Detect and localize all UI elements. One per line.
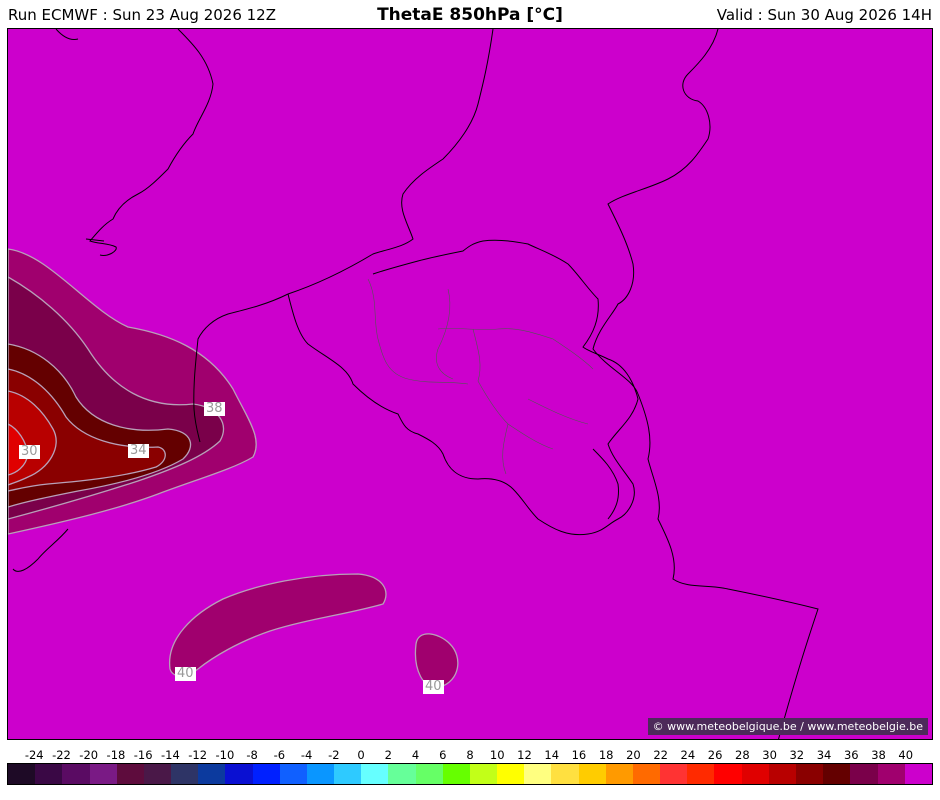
colorbar-swatch (605, 764, 633, 784)
colorbar-tick-label: -20 (79, 748, 99, 762)
colorbar-tick-label: 18 (598, 748, 614, 762)
colorbar-tick-label: 16 (571, 748, 587, 762)
colorbar-swatch (35, 764, 63, 784)
colorbar-swatch (8, 764, 36, 784)
colorbar-tick-label: 2 (384, 748, 392, 762)
colorbar-tick-label: 36 (843, 748, 859, 762)
colorbar-swatch (415, 764, 443, 784)
colorbar-tick-label: -14 (161, 748, 180, 762)
colorbar-swatch (62, 764, 90, 784)
contour-label-38: 38 (204, 401, 225, 416)
colorbar-tick-label: 40 (898, 748, 914, 762)
colorbar-tick-label: 28 (735, 748, 750, 762)
colorbar-swatch (469, 764, 498, 784)
colorbar-swatch (768, 764, 796, 784)
colorbar-tick-label: -22 (52, 748, 71, 762)
colorbar-tick-label: -2 (328, 748, 340, 762)
colorbar-swatch (497, 764, 525, 784)
colorbar-swatch (877, 764, 905, 784)
colorbar-tick-label: 26 (707, 748, 723, 762)
colorbar-swatch (714, 764, 742, 784)
colorbar (7, 763, 933, 785)
colorbar-swatch (306, 764, 335, 784)
map-canvas (8, 29, 932, 739)
colorbar-tick-label: 12 (517, 748, 532, 762)
colorbar-swatch (795, 764, 824, 784)
colorbar-tick-label: -6 (273, 748, 286, 762)
colorbar-tick-label: -10 (215, 748, 235, 762)
colorbar-swatch (442, 764, 470, 784)
colorbar-ticks: -24 -22 -20 -18 -16 -14 -12 -10 -8 -6 -4 -2 0 2 4 6 8 10 1… (0, 748, 940, 762)
colorbar-tick-label: 14 (544, 748, 560, 762)
colorbar-swatch (632, 764, 661, 784)
colorbar-swatch (279, 764, 307, 784)
colorbar-tick-label: 30 (762, 748, 777, 762)
colorbar-tick-label: 0 (357, 748, 365, 762)
valid-time-label: Valid : Sun 30 Aug 2026 14H (716, 6, 932, 24)
contour-label-34: 34 (128, 443, 149, 458)
colorbar-tick-label: 20 (626, 748, 641, 762)
colorbar-tick-label: -4 (300, 748, 313, 762)
colorbar-swatch (171, 764, 199, 784)
colorbar-swatch (361, 764, 389, 784)
colorbar-swatch (660, 764, 688, 784)
colorbar-swatch (388, 764, 416, 784)
colorbar-swatch (198, 764, 226, 784)
colorbar-swatch (334, 764, 362, 784)
colorbar-swatch (143, 764, 172, 784)
colorbar-swatch (687, 764, 715, 784)
colorbar-tick-label: 6 (439, 748, 447, 762)
map-panel[interactable]: 38 34 30 40 40 © www.meteobelgique.be / … (7, 28, 933, 740)
colorbar-swatch (116, 764, 144, 784)
colorbar-swatch (741, 764, 769, 784)
colorbar-tick-label: 24 (680, 748, 696, 762)
colorbar-swatch (524, 764, 552, 784)
colorbar-swatch (850, 764, 878, 784)
contour-label-40-west: 40 (175, 666, 196, 681)
colorbar-tick-label: -8 (246, 748, 258, 762)
colorbar-tick-label: 34 (816, 748, 832, 762)
colorbar-swatch (89, 764, 117, 784)
colorbar-swatch (578, 764, 606, 784)
colorbar-tick-label: -18 (106, 748, 126, 762)
colorbar-swatch (252, 764, 280, 784)
colorbar-tick-label: 38 (871, 748, 886, 762)
contour-label-40-east: 40 (423, 679, 444, 694)
colorbar-tick-label: -16 (133, 748, 153, 762)
colorbar-swatch (904, 764, 932, 784)
colorbar-tick-label: 22 (653, 748, 668, 762)
colorbar-tick-label: -24 (24, 748, 44, 762)
colorbar-tick-label: 10 (489, 748, 505, 762)
colorbar-tick-label: 32 (789, 748, 805, 762)
colorbar-tick-label: -12 (188, 748, 208, 762)
colorbar-tick-label: 4 (411, 748, 420, 762)
colorbar-tick-label: 8 (466, 748, 474, 762)
colorbar-swatch (551, 764, 579, 784)
contour-label-30: 30 (19, 444, 40, 459)
colorbar-swatch (225, 764, 253, 784)
credit-label: © www.meteobelgique.be / www.meteobelgie… (647, 718, 928, 735)
colorbar-swatch (823, 764, 851, 784)
